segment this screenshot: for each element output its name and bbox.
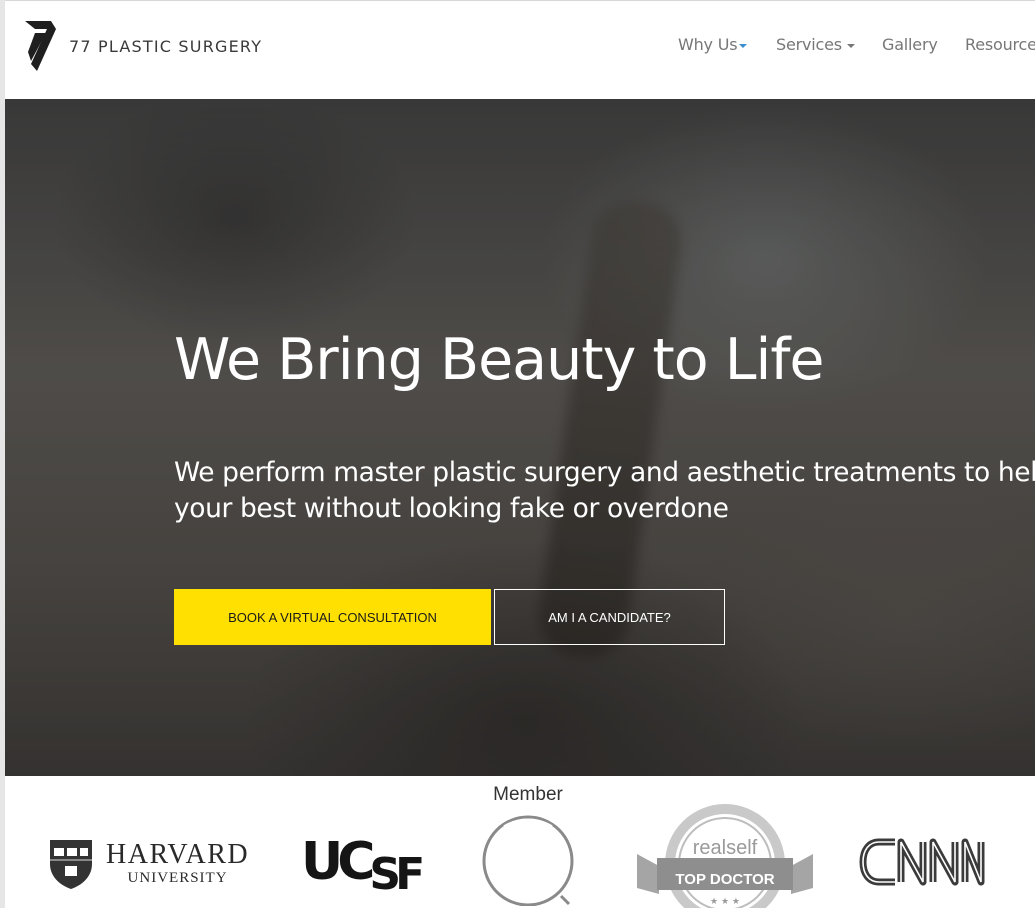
site-header: 77 PLASTIC SURGERY Why Us Services Galle… — [5, 1, 1035, 99]
nav-item-gallery[interactable]: Gallery — [882, 35, 938, 54]
realself-top-doctor-badge: TOP DOCTOR realself ★ ★ ★ — [637, 804, 813, 908]
credentials-logo-strip: HARVARD UNIVERSITY UCSF Member TOP DOCTO… — [5, 776, 1035, 908]
hero-subtitle: We perform master plastic surgery and ae… — [174, 457, 1035, 524]
cnn-logo-icon — [859, 838, 985, 886]
nav-item-why-us[interactable]: Why Us — [678, 35, 748, 54]
realself-stars: ★ ★ ★ — [710, 897, 740, 907]
chevron-down-icon — [846, 43, 855, 48]
hero-title: We Bring Beauty to Life — [174, 327, 825, 393]
realself-badge-text: TOP DOCTOR — [675, 871, 774, 888]
nav-item-label: Services — [776, 35, 842, 54]
harvard-name: HARVARD — [106, 839, 250, 870]
member-ring-icon — [482, 815, 574, 907]
nav-item-label: Why Us — [678, 35, 738, 54]
am-i-a-candidate-button[interactable]: AM I A CANDIDATE? — [494, 589, 725, 645]
nav-item-resources[interactable]: Resources — [965, 35, 1035, 54]
member-label: Member — [493, 784, 563, 805]
book-virtual-consultation-button[interactable]: BOOK A VIRTUAL CONSULTATION — [174, 589, 491, 645]
realself-brand-text: realself — [693, 837, 758, 859]
harvard-shield-icon — [50, 840, 92, 889]
member-logo: Member — [473, 784, 583, 908]
ucsf-uc: UC — [301, 832, 375, 892]
harvard-logo: HARVARD UNIVERSITY — [48, 838, 249, 890]
ucsf-logo: UCSF — [301, 832, 425, 900]
chevron-down-icon — [739, 43, 748, 48]
hero-banner: We Bring Beauty to Life We perform maste… — [5, 99, 1035, 776]
hero-overlay — [5, 99, 1035, 776]
nav-item-services[interactable]: Services — [776, 35, 855, 54]
realself-badge-icon: TOP DOCTOR realself ★ ★ ★ — [637, 804, 813, 908]
main-nav: Why Us Services Gallery Resources — [5, 35, 1035, 57]
ucsf-sf: SF — [369, 849, 425, 900]
cnn-logo — [857, 830, 987, 899]
harvard-university: UNIVERSITY — [127, 870, 228, 886]
